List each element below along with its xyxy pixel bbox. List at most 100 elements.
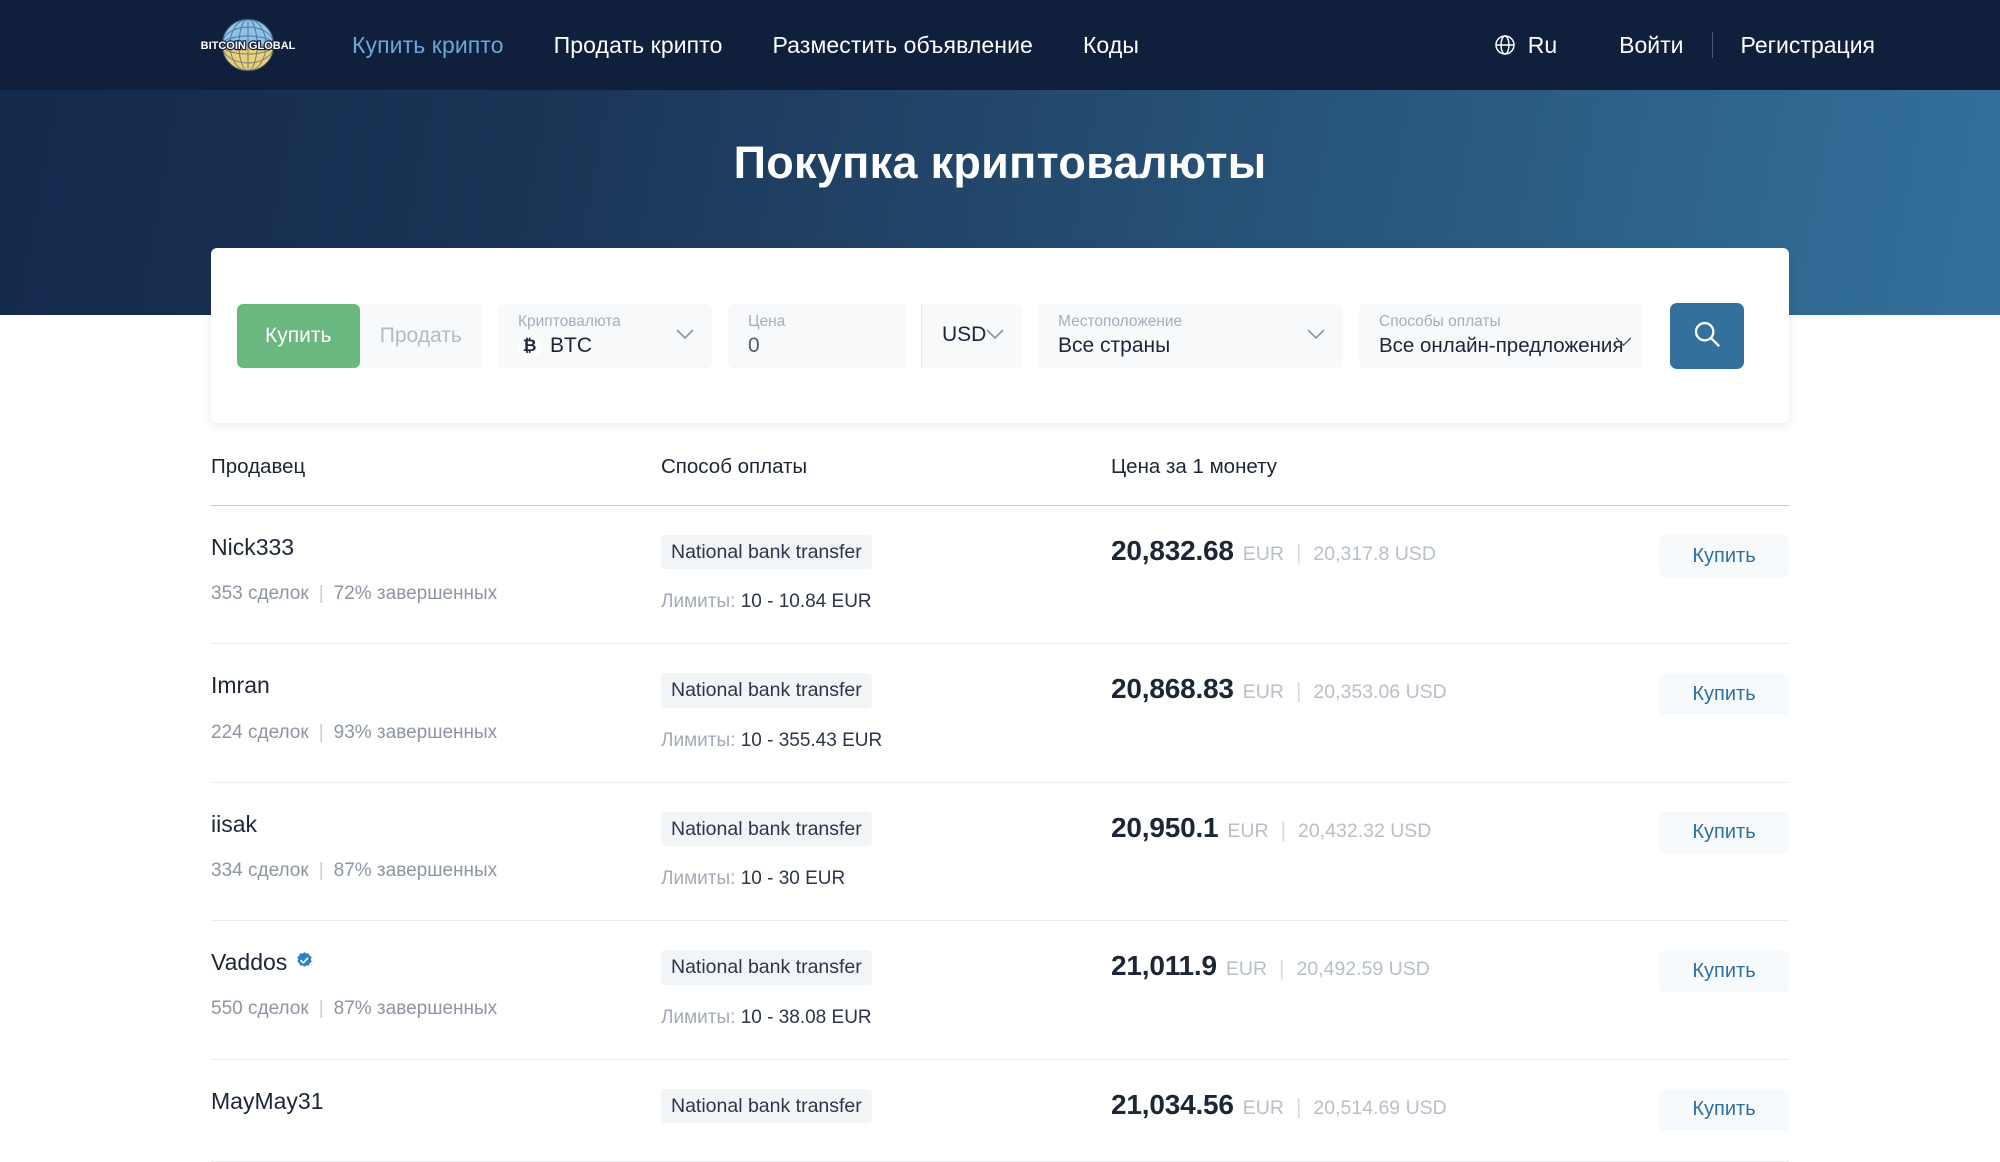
price-alt-currency: 20,432.32 USD (1298, 819, 1432, 842)
nav-item-post-ad[interactable]: Разместить объявление (773, 32, 1033, 59)
cryptocurrency-value: BTC (550, 333, 592, 357)
seller-username: iisak (211, 810, 258, 837)
currency-value: USD (942, 323, 987, 347)
row-buy-button[interactable]: Купить (1659, 811, 1789, 854)
table-row[interactable]: iisak 334 сделок | 87% завершенных National … (211, 783, 1789, 922)
limits-value: 10 - 10.84 EUR (740, 591, 872, 613)
table-row[interactable]: Vaddos 550 сделок | 87% завершенных National… (211, 921, 1789, 1060)
cell-action: Купить (1659, 811, 1789, 854)
sell-tab[interactable]: Продать (360, 304, 483, 368)
seller-name[interactable]: iisak (211, 810, 661, 837)
price-divider: | (1280, 818, 1287, 842)
verified-badge-icon (295, 950, 314, 975)
globe-icon (1493, 33, 1517, 57)
stats-divider: | (318, 860, 324, 882)
seller-name[interactable]: MayMay31 (211, 1088, 661, 1114)
price-value: 20,832.68 (1111, 535, 1234, 566)
top-navigation-bar: BITCOIN GLOBAL Купить крипто Продать кри… (0, 0, 2000, 90)
column-header-seller: Продавец (211, 455, 306, 478)
seller-username: Vaddos (211, 949, 288, 976)
cryptocurrency-value-row: ₿ BTC (518, 334, 692, 358)
row-buy-button[interactable]: Купить (1659, 950, 1789, 993)
seller-stats: 224 сделок | 93% завершенных (211, 722, 661, 744)
search-button[interactable] (1670, 302, 1744, 369)
location-select[interactable]: Местоположение Все страны (1038, 303, 1343, 368)
limits-value: 10 - 38.08 EUR (740, 1006, 872, 1028)
price-line: 21,011.9 EUR | 20,492.59 USD (1111, 950, 1659, 982)
payment-method-value: Все онлайн-предложения (1379, 334, 1624, 358)
row-buy-button[interactable]: Купить (1659, 535, 1789, 577)
price-divider: | (1295, 1095, 1302, 1119)
payment-method-label: Способы оплаты (1379, 313, 1501, 331)
cell-payment-method: National bank transfer Лимиты: 10 - 10.84… (661, 535, 1111, 613)
seller-name[interactable]: Nick333 (211, 534, 661, 560)
price-input-field[interactable]: Цена 0 (728, 303, 905, 368)
location-value: Все страны (1058, 333, 1171, 357)
table-row[interactable]: Nick333 353 сделок | 72% завершенных Nationa… (211, 506, 1789, 645)
offers-table: Продавец Способ оплаты Цена за 1 монету … (211, 455, 1789, 1162)
login-link[interactable]: Войти (1619, 32, 1683, 59)
language-switcher[interactable]: Ru (1493, 32, 1557, 59)
offer-limits: Лимиты: 10 - 38.08 EUR (661, 1007, 1111, 1029)
price-currency: EUR (1242, 1096, 1284, 1119)
seller-name[interactable]: Imran (211, 673, 661, 699)
currency-select[interactable]: USD (921, 303, 1022, 368)
bitcoin-global-logo[interactable]: BITCOIN GLOBAL (200, 15, 296, 75)
cell-seller: MayMay31 (211, 1088, 661, 1114)
offer-limits: Лимиты: 10 - 10.84 EUR (661, 591, 1111, 613)
price-input[interactable]: 0 (748, 334, 885, 358)
seller-completion-rate: 93% завершенных (333, 721, 498, 743)
payment-method-chip: National bank transfer (661, 673, 872, 708)
column-header-payment: Способ оплаты (661, 455, 808, 478)
nav-item-sell-crypto[interactable]: Продать крипто (554, 32, 723, 59)
price-line: 20,950.1 EUR | 20,432.32 USD (1111, 812, 1659, 844)
svg-text:BITCOIN GLOBAL: BITCOIN GLOBAL (201, 40, 296, 52)
seller-completion-rate: 87% завершенных (333, 998, 498, 1020)
cell-action: Купить (1659, 1088, 1789, 1131)
payment-method-chip: National bank transfer (661, 950, 872, 985)
table-body: Nick333 353 сделок | 72% завершенных Nationa… (211, 506, 1789, 1162)
column-header-price: Цена за 1 монету (1111, 455, 1277, 478)
cell-seller: Imran 224 сделок | 93% завершенных (211, 673, 661, 743)
price-alt-currency: 20,317.8 USD (1313, 543, 1436, 565)
cell-price: 20,868.83 EUR | 20,353.06 USD (1111, 673, 1659, 705)
cell-payment-method: National bank transfer Лимиты: 10 - 355.4… (661, 673, 1111, 751)
cell-payment-method: National bank transfer Лимиты: 10 - 38.08… (661, 950, 1111, 1028)
seller-name[interactable]: Vaddos (211, 949, 661, 976)
price-currency: EUR (1225, 958, 1268, 981)
register-link[interactable]: Регистрация (1741, 32, 1875, 59)
page-title: Покупка криптовалюты (733, 137, 1267, 188)
cell-seller: Nick333 353 сделок | 72% завершенных (211, 534, 661, 605)
nav-item-codes[interactable]: Коды (1083, 32, 1139, 59)
seller-trade-count: 334 сделок (211, 860, 309, 882)
table-row[interactable]: Imran 224 сделок | 93% завершенных National … (211, 644, 1789, 783)
seller-stats: 334 сделок | 87% завершенных (211, 860, 661, 882)
buy-tab[interactable]: Купить (237, 303, 360, 368)
row-buy-button[interactable]: Купить (1659, 673, 1789, 716)
cell-price: 20,950.1 EUR | 20,432.32 USD (1111, 812, 1659, 844)
nav-item-buy-crypto[interactable]: Купить крипто (352, 32, 504, 59)
cell-price: 21,011.9 EUR | 20,492.59 USD (1111, 950, 1659, 982)
seller-stats: 353 сделок | 72% завершенных (211, 583, 661, 605)
row-buy-button[interactable]: Купить (1659, 1088, 1789, 1131)
bitcoin-icon: ₿ (518, 334, 541, 358)
payment-method-select[interactable]: Способы оплаты Все онлайн-предложения (1359, 303, 1642, 368)
auth-divider (1711, 32, 1713, 58)
search-filter-panel: Купить Продать Криптовалюта ₿ BTC Цена 0… (211, 248, 1789, 423)
cell-payment-method: National bank transfer (661, 1088, 1111, 1123)
table-row[interactable]: MayMay31 National bank transfer 21,034.56 E… (211, 1060, 1789, 1162)
seller-stats: 550 сделок | 87% завершенных (211, 998, 661, 1020)
seller-completion-rate: 87% завершенных (333, 860, 498, 882)
chevron-down-icon (986, 327, 1004, 345)
price-divider: | (1279, 957, 1285, 981)
search-icon (1692, 319, 1722, 352)
offer-limits: Лимиты: 10 - 355.43 EUR (661, 730, 1111, 752)
price-value: 20,950.1 (1111, 811, 1219, 843)
cell-seller: iisak 334 сделок | 87% завершенных (211, 810, 661, 882)
price-currency: EUR (1242, 681, 1284, 704)
limits-label: Лимиты: (661, 591, 736, 613)
limits-label: Лимиты: (661, 868, 736, 890)
buy-sell-toggle[interactable]: Купить Продать (237, 303, 483, 368)
stats-divider: | (318, 998, 324, 1020)
cryptocurrency-select[interactable]: Криптовалюта ₿ BTC (498, 303, 712, 368)
